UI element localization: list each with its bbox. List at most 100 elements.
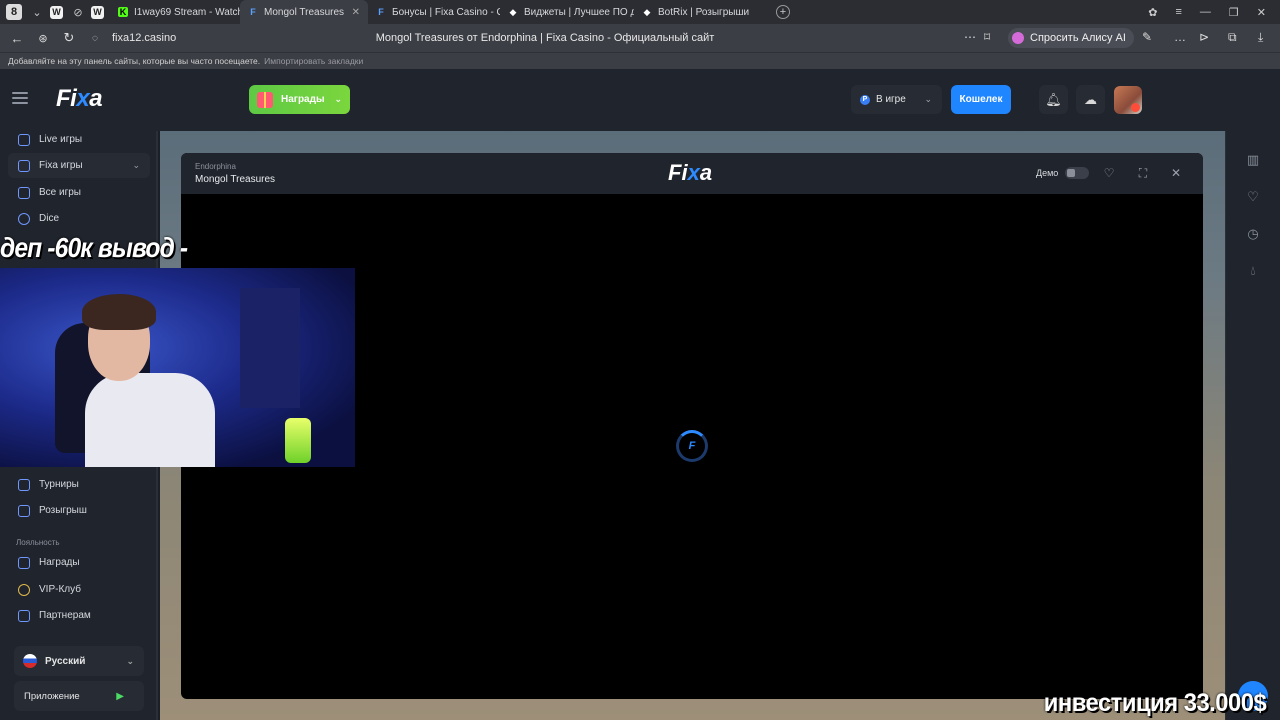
diamond-icon: ◆ <box>643 6 651 17</box>
site-logo[interactable]: Fixa <box>56 85 103 113</box>
new-tab-icon[interactable]: + <box>776 5 790 19</box>
bookmark-icon[interactable]: ⌑ <box>984 30 990 44</box>
notification-badge <box>1131 103 1140 112</box>
trophy-icon <box>18 478 30 491</box>
logo-x-accent: x <box>76 85 90 112</box>
tab-widgets[interactable]: ◆ Виджеты | Лучшее ПО дл <box>500 0 634 24</box>
fixa-favicon-icon: F <box>378 7 384 17</box>
favorites-heart-icon[interactable]: ♡ <box>1243 187 1263 207</box>
tab-mongol-treasures[interactable]: F Mongol Treasures от En ✕ <box>240 0 368 24</box>
sidebar-item-rewards[interactable]: Награды <box>8 550 150 575</box>
sidebar-item-tournaments[interactable]: Турниры <box>8 472 150 497</box>
chevron-down-icon: ⌄ <box>924 94 932 104</box>
rewards-label: Награды <box>281 94 325 105</box>
google-play-icon[interactable]: ▶ <box>116 691 124 702</box>
avatar[interactable] <box>1114 86 1142 114</box>
browser-menu-icon[interactable]: 8 <box>6 4 22 20</box>
ask-alice-label: Спросить Алису AI <box>1030 32 1126 44</box>
diamond-icon: ◆ <box>509 6 517 17</box>
fullscreen-icon[interactable]: ⛶ <box>1135 165 1151 181</box>
chevron-down-icon: ⌄ <box>334 94 342 104</box>
demo-toggle[interactable] <box>1065 167 1089 179</box>
chevron-down-icon[interactable]: ⌄ <box>30 5 44 19</box>
minimize-icon[interactable]: — <box>1200 6 1211 19</box>
sidebar-item-dice[interactable]: Dice <box>8 206 150 231</box>
ask-alice-button[interactable]: Спросить Алису AI <box>1008 28 1134 48</box>
chevron-down-icon: ⌄ <box>126 655 134 666</box>
rewards-button[interactable]: Награды ⌄ <box>249 85 350 114</box>
hamburger-menu-icon[interactable] <box>12 92 28 104</box>
collections-icon[interactable]: ⧉ <box>1228 30 1237 45</box>
history-clock-icon[interactable]: ◷ <box>1243 224 1263 244</box>
app-label: Приложение <box>24 690 80 702</box>
sidebar-item-live-games[interactable]: Live игры <box>8 127 150 152</box>
drop-icon[interactable]: 💧︎ <box>1243 261 1263 281</box>
media-icon[interactable]: ⊳ <box>1199 30 1209 44</box>
sidebar-item-all-games[interactable]: Все игры <box>8 180 150 205</box>
import-bookmarks-link[interactable]: Импортировать закладки <box>264 56 363 66</box>
restore-icon[interactable]: ❐ <box>1229 6 1239 19</box>
sidebar-item-label: Розыгрыш <box>39 505 87 516</box>
rewards-icon <box>18 556 30 569</box>
sidebar-item-giveaway[interactable]: Розыгрыш <box>8 498 150 523</box>
stats-chart-icon[interactable]: ▥ <box>1243 150 1263 170</box>
tab-botrix[interactable]: ◆ BotRix | Розыгрыши <box>634 0 768 24</box>
notifications-bell-icon[interactable]: 🔔︎ <box>1039 85 1068 114</box>
pinned-tab-circle-icon[interactable]: ⊘ <box>71 5 85 19</box>
game-provider: Endorphina <box>195 162 236 171</box>
logo-x-accent: x <box>687 160 700 185</box>
extensions-icon[interactable]: ✿ <box>1148 6 1157 19</box>
sidebar-item-vip-club[interactable]: VIP-Клуб <box>8 577 150 602</box>
page-title: Mongol Treasures от Endorphina | Fixa Ca… <box>375 32 715 44</box>
fixa-games-icon <box>18 159 30 172</box>
stream-overlay-investment-text: инвестиция 33.000$ <box>1043 689 1266 717</box>
tab-label: I1way69 Stream - Watch L <box>134 6 240 18</box>
language-label: Русский <box>45 655 86 667</box>
language-selector[interactable]: Русский ⌄ <box>14 646 144 676</box>
game-frame-logo: Fixa <box>668 160 713 185</box>
favorite-heart-icon[interactable]: ♡ <box>1101 165 1117 181</box>
tab-label: Бонусы | Fixa Casino - Оф <box>392 6 500 18</box>
sidebar-item-partners[interactable]: Партнерам <box>8 603 150 628</box>
bookmarks-bar: Добавляйте на эту панель сайты, которые … <box>0 52 1280 69</box>
tab-fixa-bonuses[interactable]: F Бонусы | Fixa Casino - Оф <box>368 0 500 24</box>
site-header: Fixa Награды ⌄ P В игре ⌄ Кошелек 🔔︎ ☁︎ <box>0 69 1280 131</box>
russia-flag-icon <box>23 654 37 668</box>
pinned-tab-w-icon[interactable]: W <box>50 5 63 19</box>
wallet-label: Кошелек <box>959 94 1003 105</box>
partners-icon <box>18 609 30 622</box>
right-rail: ▥ ♡ ◷ 💧︎ <box>1225 131 1280 720</box>
download-icon[interactable]: ⤓ <box>1258 30 1263 45</box>
coin-icon: P <box>860 94 870 105</box>
app-stores: ▶ <box>116 691 134 702</box>
tab-kick-stream[interactable]: K I1way69 Stream - Watch L <box>110 0 240 24</box>
crown-icon <box>18 583 30 596</box>
tab-label: Mongol Treasures от En <box>264 6 346 18</box>
ticket-icon <box>18 504 30 517</box>
app-download-button[interactable]: Приложение ▶ <box>14 681 144 711</box>
rain-cloud-icon[interactable]: ☁︎ <box>1076 85 1105 114</box>
in-game-balance-dropdown[interactable]: P В игре ⌄ <box>851 85 942 114</box>
more-icon[interactable]: ⋯ <box>964 30 976 44</box>
bookmarks-hint: Добавляйте на эту панель сайты, которые … <box>8 56 261 66</box>
tab-label: Виджеты | Лучшее ПО дл <box>524 6 634 18</box>
demo-label: Демо <box>1036 168 1059 178</box>
close-icon[interactable]: ✕ <box>1168 165 1184 181</box>
sidebar-item-label: Турниры <box>39 479 79 490</box>
pen-icon[interactable]: ✎ <box>1142 30 1152 44</box>
tab-label: BotRix | Розыгрыши <box>658 6 750 18</box>
overflow-icon[interactable]: … <box>1174 30 1186 44</box>
game-title: Mongol Treasures <box>195 174 276 185</box>
sidebar-item-label: VIP-Клуб <box>39 584 81 595</box>
game-header: Endorphina Mongol Treasures Fixa Демо ♡ … <box>181 153 1203 194</box>
sidebar-item-fixa-games[interactable]: Fixa игры ⌄ <box>8 153 150 178</box>
chevron-down-icon: ⌄ <box>132 160 140 170</box>
pinned-tab-w2-icon[interactable]: W <box>91 5 104 19</box>
close-tab-icon[interactable]: ✕ <box>352 7 360 18</box>
wallet-button[interactable]: Кошелек <box>951 85 1011 114</box>
loyalty-section-title: Лояльность <box>16 538 60 547</box>
menu-icon[interactable]: ≡ <box>1175 6 1181 19</box>
loading-spinner-icon: F <box>676 430 708 462</box>
close-window-icon[interactable]: ✕ <box>1257 6 1266 19</box>
webcam-microphone <box>285 418 311 463</box>
